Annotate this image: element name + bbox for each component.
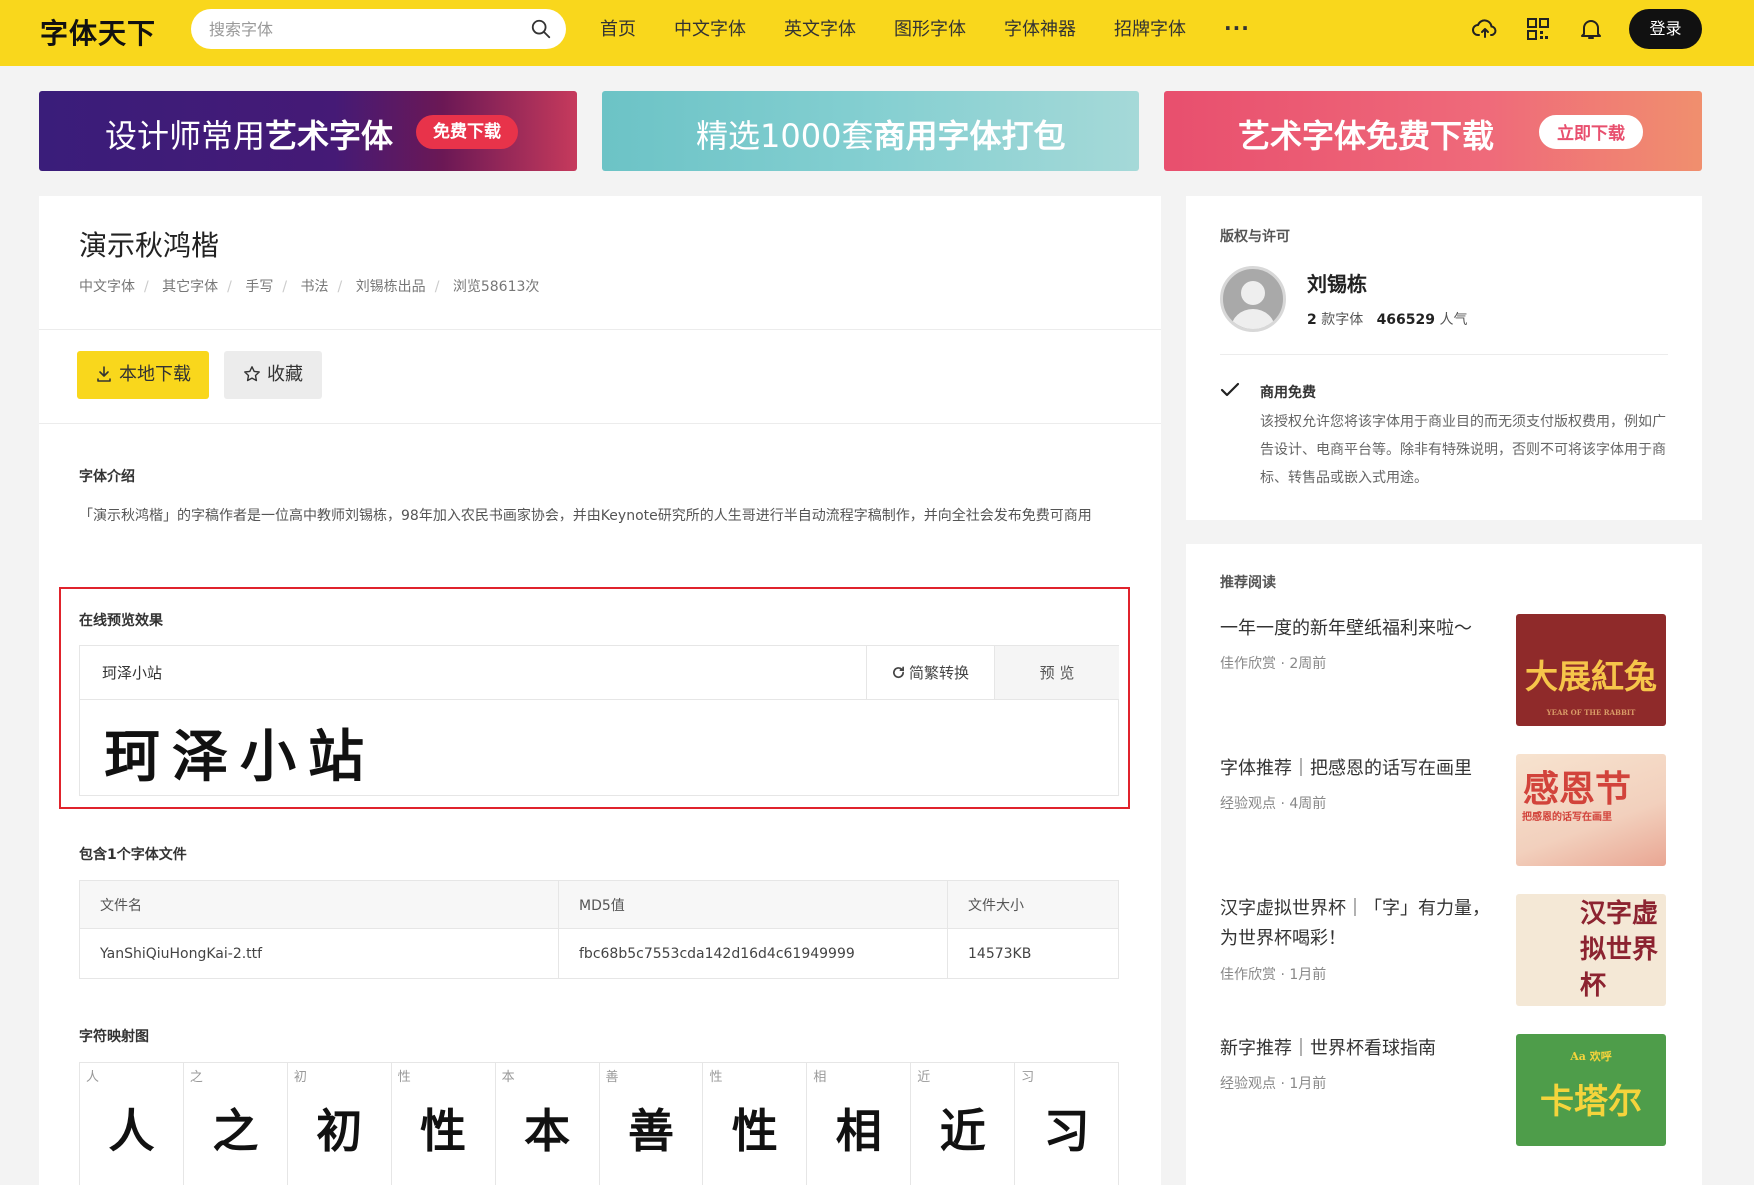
intro-heading: 字体介绍 [79,469,135,485]
preview-rendered-text: 珂泽小站 [104,724,376,790]
divider [39,329,1161,330]
glyph-cell: 性性 [392,1063,496,1185]
article-item[interactable]: 新字推荐｜世界杯看球指南 经验观点 · 1月前 Aa 欢呼 卡塔尔 [1220,1034,1680,1146]
preview-panel: 简繁转换 预 览 珂泽小站 [79,645,1119,796]
col-md5: MD5值 [558,880,948,929]
banner-art-fonts[interactable]: 设计师常用艺术字体 免费下载 [39,91,577,171]
author-name[interactable]: 刘锡栋 [1307,268,1367,297]
nav-home[interactable]: 首页 [600,15,636,41]
article-meta: 经验观点 · 1月前 [1220,1076,1327,1092]
bell-icon[interactable] [1578,16,1604,42]
col-filename: 文件名 [79,880,559,929]
banner-text: 艺术字体免费下载 [1238,117,1495,155]
article-title[interactable]: 新字推荐｜世界杯看球指南 [1220,1034,1490,1064]
nav-graphic-fonts[interactable]: 图形字体 [894,15,966,41]
article-item[interactable]: 字体推荐｜把感恩的话写在画里 经验观点 · 4周前 感恩节 把感恩的话写在画里 [1220,754,1680,866]
font-files-table: 文件名 MD5值 文件大小 YanShiQiuHongKai-2.ttf fbc… [79,880,1119,979]
article-meta: 经验观点 · 4周前 [1220,796,1327,812]
banner-free-art-fonts[interactable]: 艺术字体免费下载 立即下载 [1164,91,1702,171]
author-stats: 2 款字体 466529 人气 [1307,312,1468,328]
article-thumbnail[interactable]: Aa 欢呼 卡塔尔 [1516,1034,1666,1146]
glyph-cell: 初初 [288,1063,392,1185]
preview-heading: 在线预览效果 [79,613,163,629]
font-title: 演示秋鸿楷 [79,229,220,262]
files-heading: 包含1个字体文件 [79,847,187,863]
check-icon [1220,382,1240,397]
avatar[interactable] [1220,266,1286,332]
crumb-chinese[interactable]: 中文字体 [79,279,135,295]
nav-more[interactable]: ··· [1224,16,1250,40]
article-thumbnail[interactable]: 感恩节 把感恩的话写在画里 [1516,754,1666,866]
banner-free-download-pill[interactable]: 免费下载 [416,115,518,149]
glyph-cell: 习习 [1021,1070,1090,1158]
recommended-heading: 推荐阅读 [1220,575,1276,591]
site-logo[interactable]: 字体天下 [40,12,156,52]
article-item[interactable]: 一年一度的新年壁纸福利来啦～ 佳作欣赏 · 2周前 大展紅兔 YEAR OF T… [1220,614,1680,726]
table-row: YanShiQiuHongKai-2.ttf fbc68b5c7553cda14… [79,928,1119,979]
crumb-author[interactable]: 刘锡栋出品 [356,279,426,295]
refresh-icon [893,666,904,679]
glyph-cell: 之之 [184,1063,288,1185]
local-download-button[interactable]: 本地下载 [77,351,209,399]
article-item[interactable]: 汉字虚拟世界杯｜「字」有力量，为世界杯喝彩！ 佳作欣赏 · 1月前 汉字虚拟世界… [1220,894,1680,1006]
cloud-upload-icon[interactable] [1472,16,1498,42]
convert-button[interactable]: 简繁转换 [866,646,994,700]
glyph-cell: 近近 [911,1063,1016,1185]
download-icon [97,366,111,382]
font-detail-card: 演示秋鸿楷 中文字体 / 其它字体 / 手写 / 书法 / 刘锡栋出品 / 浏览58613… [39,196,1161,1185]
article-title[interactable]: 一年一度的新年壁纸福利来啦～ [1220,614,1490,644]
search-input[interactable] [209,9,509,49]
article-meta: 佳作欣赏 · 2周前 [1220,656,1327,672]
intro-text: 「演示秋鸿楷」的字稿作者是一位高中教师刘锡栋，98年加入农民书画家协会，并由Ke… [79,508,1092,524]
file-size: 14573KB [947,928,1119,979]
banner-commercial-pack[interactable]: 精选1000套商用字体打包 [602,91,1139,171]
glyph-map-grid: 人人 之之 初初 性性 本本 善善 性性 相相 近近 习习 [79,1062,1119,1185]
banner-text: 精选1000套商用字体打包 [696,117,1066,155]
nav-font-tools[interactable]: 字体神器 [1004,15,1076,41]
col-size: 文件大小 [947,880,1119,929]
preview-text-input[interactable] [80,646,866,700]
search-box [191,9,566,49]
login-button[interactable]: 登录 [1629,9,1702,49]
article-title[interactable]: 汉字虚拟世界杯｜「字」有力量，为世界杯喝彩！ [1220,894,1490,954]
license-heading: 版权与许可 [1220,229,1290,245]
top-navbar: 字体天下 首页 中文字体 英文字体 图形字体 字体神器 招牌字体 ··· 登录 [0,0,1754,66]
favorite-button[interactable]: 收藏 [224,351,322,399]
breadcrumb: 中文字体 / 其它字体 / 手写 / 书法 / 刘锡栋出品 / 浏览58613次 [79,279,540,295]
user-avatar-icon [1231,281,1275,329]
glyph-cell: 性性 [703,1063,808,1185]
license-card: 版权与许可 刘锡栋 2 款字体 466529 人气 商用免费 该授权允许您将该字… [1186,196,1702,520]
preview-button[interactable]: 预 览 [994,646,1119,700]
view-count: 浏览58613次 [452,279,540,295]
star-icon [244,366,260,382]
divider [39,423,1161,424]
license-type: 商用免费 [1260,385,1316,401]
nav-english-fonts[interactable]: 英文字体 [784,15,856,41]
divider [1220,354,1668,355]
main-nav: 首页 中文字体 英文字体 图形字体 字体神器 招牌字体 ··· [600,0,1288,56]
article-thumbnail[interactable]: 大展紅兔 YEAR OF THE RABBIT [1516,614,1666,726]
banner-text: 设计师常用艺术字体 [105,117,394,155]
glyph-cell: 本本 [496,1063,600,1185]
glyph-cell: 相相 [807,1063,912,1185]
crumb-handwriting[interactable]: 手写 [245,279,273,295]
recommended-card: 推荐阅读 一年一度的新年壁纸福利来啦～ 佳作欣赏 · 2周前 大展紅兔 YEAR… [1186,544,1702,1185]
license-description: 该授权允许您将该字体用于商业目的而无须支付版权费用，例如广告设计、电商平台等。除… [1260,414,1666,486]
nav-signboard-fonts[interactable]: 招牌字体 [1114,15,1186,41]
crumb-calligraphy[interactable]: 书法 [301,279,329,295]
article-meta: 佳作欣赏 · 1月前 [1220,967,1327,983]
glyph-cell: 人人 [80,1063,184,1185]
banner-download-now-pill[interactable]: 立即下载 [1539,115,1643,149]
article-thumbnail[interactable]: 汉字虚拟世界杯 [1516,894,1666,1006]
file-name: YanShiQiuHongKai-2.ttf [79,928,559,979]
nav-chinese-fonts[interactable]: 中文字体 [674,15,746,41]
glyph-map-heading: 字符映射图 [79,1029,149,1045]
crumb-other[interactable]: 其它字体 [162,279,218,295]
glyph-cell: 善善 [600,1063,704,1185]
search-icon[interactable] [530,18,552,40]
qrcode-icon[interactable] [1525,16,1551,42]
file-md5: fbc68b5c7553cda142d16d4c61949999 [558,928,948,979]
article-title[interactable]: 字体推荐｜把感恩的话写在画里 [1220,754,1490,784]
